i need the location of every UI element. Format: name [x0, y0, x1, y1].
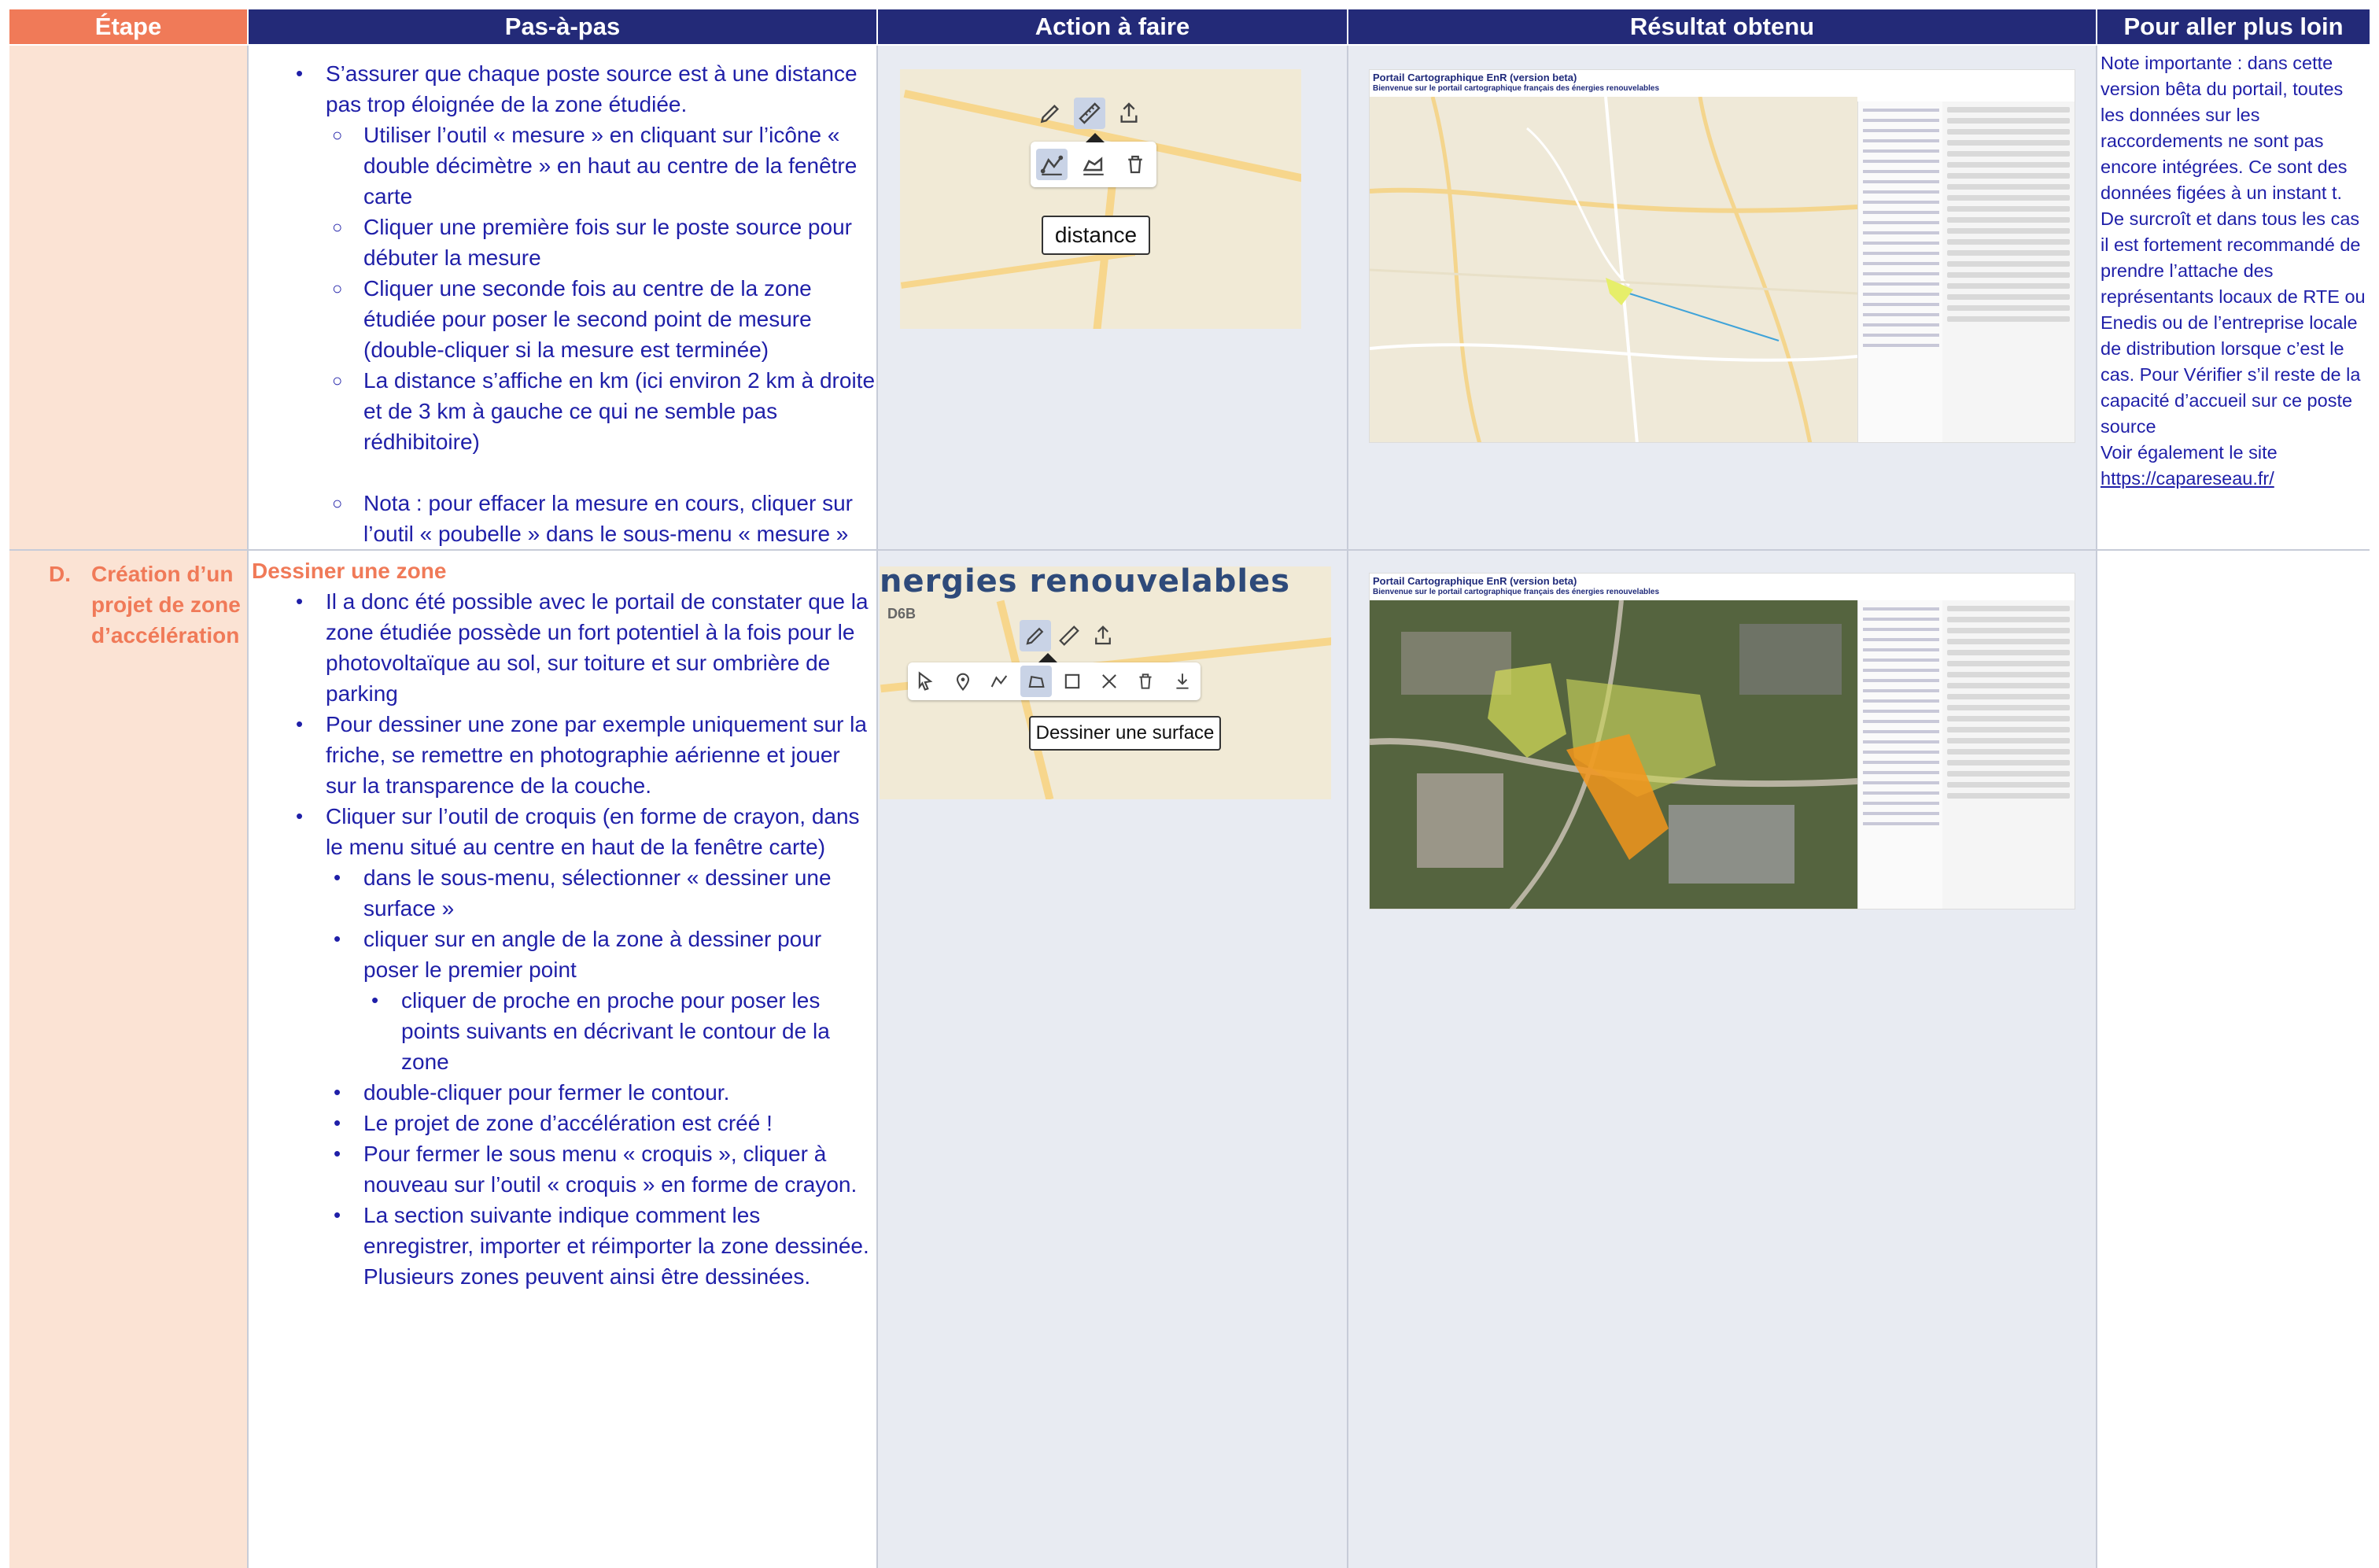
- see-also-text: Voir également le site: [2101, 442, 2278, 463]
- draw-line-icon[interactable]: [983, 666, 1015, 697]
- row1-step-list: S’assurer que chaque poste source est à …: [249, 46, 876, 549]
- layers-panel: [1857, 101, 1944, 442]
- distance-measure-icon[interactable]: [1035, 149, 1068, 180]
- header-action: Action à faire: [878, 9, 1347, 44]
- draw-polygon-icon[interactable]: [1020, 666, 1052, 697]
- aerial-features: [1370, 600, 1858, 909]
- column-divider: [1347, 46, 1348, 1568]
- column-divider: [247, 46, 249, 1568]
- row1-etape-cell: [9, 46, 247, 549]
- portal-subtitle: Bienvenue sur le portail cartographique …: [1373, 588, 1660, 596]
- row2-result-cell: Portail Cartographique EnR (version beta…: [1348, 551, 2096, 1568]
- list-item: S’assurer que chaque poste source est à …: [249, 58, 876, 120]
- tooltip-arrow: [1038, 653, 1057, 662]
- banner-text: nergies renouvelables: [880, 566, 1291, 600]
- list-item: Cliquer une seconde fois au centre de la…: [249, 273, 876, 365]
- tutorial-table: Étape Pas-à-pas Action à faire Résultat …: [9, 9, 2370, 1568]
- pencil-icon[interactable]: [1019, 620, 1051, 651]
- list-item: dans le sous-menu, sélectionner « dessin…: [249, 862, 876, 924]
- row1-result-cell: Portail Cartographique EnR (version beta…: [1348, 46, 2096, 549]
- area-measure-icon[interactable]: [1078, 149, 1109, 180]
- important-note: Note importante : dans cette version bêt…: [2101, 53, 2366, 437]
- row-divider: [9, 549, 2370, 551]
- list-item: cliquer de proche en proche pour poser l…: [249, 985, 876, 1077]
- etape-letter: D.: [49, 562, 71, 586]
- sketch-submenu: [908, 662, 1201, 700]
- select-cursor-icon[interactable]: [910, 666, 942, 697]
- ruler-icon[interactable]: [1074, 98, 1105, 129]
- share-icon[interactable]: [1113, 98, 1145, 129]
- list-item: Pour dessiner une zone par exemple uniqu…: [249, 709, 876, 801]
- sketch-tool-screenshot: nergies renouvelables D6B Dessiner une s…: [880, 566, 1331, 799]
- row1-pas-cell: S’assurer que chaque poste source est à …: [249, 46, 876, 549]
- portal-measure-screenshot: Portail Cartographique EnR (version beta…: [1369, 69, 2075, 443]
- list-item: cliquer sur en angle de la zone à dessin…: [249, 924, 876, 985]
- list-item: Cliquer sur l’outil de croquis (en forme…: [249, 801, 876, 862]
- aerial-map: [1370, 600, 1858, 909]
- map-toolbar: [1018, 618, 1120, 653]
- draw-surface-tooltip: Dessiner une surface: [1029, 716, 1221, 751]
- list-item: Utiliser l’outil « mesure » en cliquant …: [249, 120, 876, 212]
- legend-panel: [1942, 600, 2075, 909]
- row2-plus-cell: [2097, 551, 2370, 1568]
- road-label: D6B: [887, 606, 917, 622]
- layers-panel: [1857, 600, 1944, 909]
- map-roads: [1370, 96, 1858, 442]
- capareseau-link[interactable]: https://capareseau.fr/: [2101, 468, 2274, 489]
- row1-action-cell: distance: [878, 46, 1347, 549]
- etape-label: Création d’un projet de zone d’accélérat…: [91, 562, 241, 647]
- portal-map: [1370, 96, 1858, 442]
- header-pas-a-pas: Pas-à-pas: [249, 9, 876, 44]
- row2-pas-cell: Dessiner une zone Il a donc été possible…: [249, 551, 876, 1568]
- draw-rectangle-icon[interactable]: [1057, 666, 1088, 697]
- measure-tool-screenshot: distance: [900, 69, 1301, 329]
- header-plus-loin: Pour aller plus loin: [2097, 9, 2370, 44]
- portal-title: Portail Cartographique EnR (version beta…: [1373, 575, 1577, 587]
- tooltip-arrow: [1086, 133, 1105, 142]
- distance-tooltip: distance: [1042, 216, 1150, 255]
- edit-vertices-icon[interactable]: [1094, 666, 1125, 697]
- header-resultat: Résultat obtenu: [1348, 9, 2096, 44]
- list-item: Il a donc été possible avec le portail d…: [249, 586, 876, 709]
- list-item: La section suivante indique comment les …: [249, 1200, 876, 1292]
- column-divider: [876, 46, 878, 1568]
- column-divider: [2096, 46, 2097, 1568]
- list-item: Pour fermer le sous menu « croquis », cl…: [249, 1138, 876, 1200]
- trash-icon[interactable]: [1119, 149, 1151, 180]
- list-item: Cliquer une première fois sur le poste s…: [249, 212, 876, 273]
- plus-loin-note: Note importante : dans cette version bêt…: [2097, 46, 2370, 496]
- portal-subtitle: Bienvenue sur le portail cartographique …: [1373, 84, 1660, 93]
- list-item: double-cliquer pour fermer le contour.: [249, 1077, 876, 1108]
- ruler-icon[interactable]: [1053, 620, 1085, 651]
- trash-icon[interactable]: [1130, 666, 1161, 697]
- map-toolbar: [1031, 91, 1149, 135]
- list-item: Nota : pour effacer la mesure en cours, …: [249, 488, 876, 549]
- row2-action-cell: nergies renouvelables D6B Dessiner une s…: [878, 551, 1347, 1568]
- row1-plus-cell: Note importante : dans cette version bêt…: [2097, 46, 2370, 549]
- point-marker-icon[interactable]: [947, 666, 979, 697]
- legend-panel: [1942, 101, 2075, 442]
- share-icon[interactable]: [1087, 620, 1119, 651]
- pencil-icon[interactable]: [1035, 98, 1066, 129]
- header-etape: Étape: [9, 9, 247, 44]
- download-icon[interactable]: [1167, 666, 1198, 697]
- list-item: Le projet de zone d’accélération est cré…: [249, 1108, 876, 1138]
- portal-zone-screenshot: Portail Cartographique EnR (version beta…: [1369, 573, 2075, 909]
- portal-title: Portail Cartographique EnR (version beta…: [1373, 72, 1577, 83]
- row2-step-list: Il a donc été possible avec le portail d…: [249, 586, 876, 1292]
- measure-submenu: [1031, 142, 1156, 187]
- row2-etape-cell: D. Création d’un projet de zone d’accélé…: [9, 551, 247, 1568]
- list-item: La distance s’affiche en km (ici environ…: [249, 365, 876, 457]
- section-title: Dessiner une zone: [252, 559, 447, 583]
